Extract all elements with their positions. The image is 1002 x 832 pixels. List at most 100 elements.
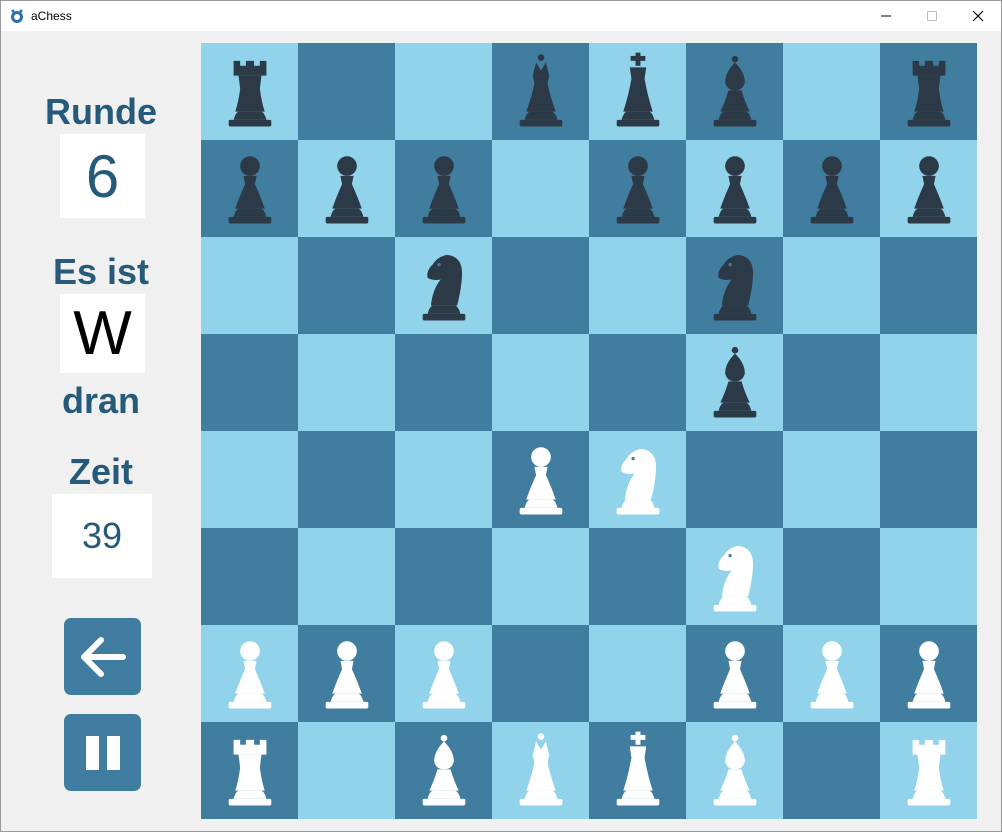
square-g5[interactable] — [783, 334, 880, 431]
square-h3[interactable] — [880, 528, 977, 625]
square-f2[interactable] — [686, 625, 783, 722]
square-a1[interactable] — [201, 722, 298, 819]
white-queen-icon[interactable] — [500, 730, 582, 812]
maximize-button[interactable] — [909, 1, 955, 31]
square-a5[interactable] — [201, 334, 298, 431]
white-bishop-icon[interactable] — [403, 730, 485, 812]
black-queen-icon[interactable] — [500, 51, 582, 133]
square-b8[interactable] — [298, 43, 395, 140]
white-pawn-icon[interactable] — [791, 633, 873, 715]
white-rook-icon[interactable] — [888, 730, 970, 812]
square-d8[interactable] — [492, 43, 589, 140]
square-b4[interactable] — [298, 431, 395, 528]
square-a3[interactable] — [201, 528, 298, 625]
square-d5[interactable] — [492, 334, 589, 431]
square-f5[interactable] — [686, 334, 783, 431]
square-a6[interactable] — [201, 237, 298, 334]
square-f3[interactable] — [686, 528, 783, 625]
white-pawn-icon[interactable] — [306, 633, 388, 715]
square-h4[interactable] — [880, 431, 977, 528]
square-h7[interactable] — [880, 140, 977, 237]
square-d6[interactable] — [492, 237, 589, 334]
white-bishop-icon[interactable] — [694, 730, 776, 812]
black-rook-icon[interactable] — [888, 51, 970, 133]
black-pawn-icon[interactable] — [209, 148, 291, 230]
square-g4[interactable] — [783, 431, 880, 528]
back-button[interactable] — [64, 618, 141, 695]
square-c6[interactable] — [395, 237, 492, 334]
square-f1[interactable] — [686, 722, 783, 819]
square-h8[interactable] — [880, 43, 977, 140]
square-g1[interactable] — [783, 722, 880, 819]
square-f7[interactable] — [686, 140, 783, 237]
black-pawn-icon[interactable] — [403, 148, 485, 230]
square-b2[interactable] — [298, 625, 395, 722]
black-pawn-icon[interactable] — [597, 148, 679, 230]
square-b3[interactable] — [298, 528, 395, 625]
minimize-button[interactable] — [863, 1, 909, 31]
black-knight-icon[interactable] — [694, 245, 776, 327]
square-f4[interactable] — [686, 431, 783, 528]
square-f6[interactable] — [686, 237, 783, 334]
square-e3[interactable] — [589, 528, 686, 625]
square-c3[interactable] — [395, 528, 492, 625]
close-button[interactable] — [955, 1, 1001, 31]
square-h6[interactable] — [880, 237, 977, 334]
square-h1[interactable] — [880, 722, 977, 819]
black-rook-icon[interactable] — [209, 51, 291, 133]
square-e1[interactable] — [589, 722, 686, 819]
black-knight-icon[interactable] — [403, 245, 485, 327]
square-e2[interactable] — [589, 625, 686, 722]
square-f8[interactable] — [686, 43, 783, 140]
square-c2[interactable] — [395, 625, 492, 722]
black-pawn-icon[interactable] — [791, 148, 873, 230]
square-h2[interactable] — [880, 625, 977, 722]
white-pawn-icon[interactable] — [209, 633, 291, 715]
black-king-icon[interactable] — [597, 51, 679, 133]
square-e8[interactable] — [589, 43, 686, 140]
pause-button[interactable] — [64, 714, 141, 791]
black-pawn-icon[interactable] — [694, 148, 776, 230]
square-a2[interactable] — [201, 625, 298, 722]
white-king-icon[interactable] — [597, 730, 679, 812]
square-b7[interactable] — [298, 140, 395, 237]
white-pawn-icon[interactable] — [888, 633, 970, 715]
square-e7[interactable] — [589, 140, 686, 237]
square-a4[interactable] — [201, 431, 298, 528]
square-d4[interactable] — [492, 431, 589, 528]
square-b1[interactable] — [298, 722, 395, 819]
square-b6[interactable] — [298, 237, 395, 334]
black-pawn-icon[interactable] — [888, 148, 970, 230]
square-d3[interactable] — [492, 528, 589, 625]
white-pawn-icon[interactable] — [694, 633, 776, 715]
square-g2[interactable] — [783, 625, 880, 722]
turn-prefix-label: Es ist — [52, 251, 150, 292]
square-a7[interactable] — [201, 140, 298, 237]
square-c5[interactable] — [395, 334, 492, 431]
white-knight-icon[interactable] — [597, 439, 679, 521]
square-d7[interactable] — [492, 140, 589, 237]
square-g7[interactable] — [783, 140, 880, 237]
white-pawn-icon[interactable] — [500, 439, 582, 521]
square-a8[interactable] — [201, 43, 298, 140]
square-e5[interactable] — [589, 334, 686, 431]
black-bishop-icon[interactable] — [694, 342, 776, 424]
square-d2[interactable] — [492, 625, 589, 722]
square-e4[interactable] — [589, 431, 686, 528]
white-rook-icon[interactable] — [209, 730, 291, 812]
square-g8[interactable] — [783, 43, 880, 140]
black-bishop-icon[interactable] — [694, 51, 776, 133]
square-c7[interactable] — [395, 140, 492, 237]
square-h5[interactable] — [880, 334, 977, 431]
square-c4[interactable] — [395, 431, 492, 528]
square-c8[interactable] — [395, 43, 492, 140]
square-g6[interactable] — [783, 237, 880, 334]
square-d1[interactable] — [492, 722, 589, 819]
square-g3[interactable] — [783, 528, 880, 625]
white-knight-icon[interactable] — [694, 536, 776, 618]
square-c1[interactable] — [395, 722, 492, 819]
white-pawn-icon[interactable] — [403, 633, 485, 715]
square-b5[interactable] — [298, 334, 395, 431]
black-pawn-icon[interactable] — [306, 148, 388, 230]
square-e6[interactable] — [589, 237, 686, 334]
